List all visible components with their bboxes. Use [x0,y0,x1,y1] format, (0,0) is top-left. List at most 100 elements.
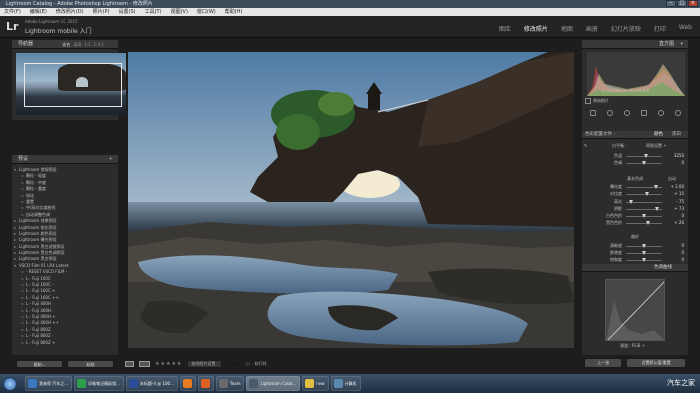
zoom-option[interactable]: 适合 [62,42,70,47]
minimize-button[interactable]: – [666,0,676,7]
slider-knob[interactable] [629,200,634,204]
flag-dropdown[interactable] [227,362,242,365]
taskbar-item[interactable]: Team [215,376,245,391]
slider-value[interactable]: 0 [666,257,684,263]
menu-item[interactable]: 窗口(W) [197,8,216,16]
slider-track[interactable] [626,258,662,262]
module-tab[interactable]: 幻灯片放映 [611,24,641,33]
slider-knob[interactable] [642,251,646,255]
slider-knob[interactable] [642,244,646,248]
slider-knob[interactable] [642,258,646,262]
slider-value[interactable]: + 15 [666,191,684,197]
menu-item[interactable]: 文件(F) [4,8,21,16]
module-tab[interactable]: Web [679,24,692,33]
zoom-option[interactable]: 填满 [73,42,81,47]
taskbar-item[interactable]: 未标题-4 @ 100... [125,376,178,391]
zoom-option[interactable]: 1:4:1 [94,42,104,47]
profile-bw[interactable]: 黑白 [672,131,681,139]
profile-color[interactable]: 颜色 [654,131,663,139]
slider-track[interactable] [626,214,662,218]
preset-item[interactable]: L - Fuji 800Z + [12,340,118,346]
previous-button[interactable]: 上一张 [584,358,623,368]
menu-item[interactable]: 工具(T) [145,8,162,16]
paste-button[interactable]: 粘贴 [67,360,114,368]
auto-tone-button[interactable]: 自动 [668,176,676,182]
menu-item[interactable]: 编辑(E) [30,8,47,16]
menu-item[interactable]: 修改照片(D) [56,8,84,16]
slider-value[interactable]: + 73 [666,206,684,212]
slider-value[interactable]: + 26 [666,220,684,226]
collapse-icon[interactable]: ▾ [680,40,683,49]
slider-value[interactable]: 0 [666,160,684,166]
rating-stars[interactable]: ★★★★★ [155,361,182,367]
slider-track[interactable] [626,221,662,225]
compare-dropdown[interactable]: 修改照片设置 : [187,359,223,368]
slider-knob[interactable] [653,185,658,189]
module-tab[interactable]: 修改照片 [524,24,548,33]
spot-removal-icon[interactable] [606,110,613,116]
loupe-view-icon[interactable] [125,360,134,367]
navigator-viewport-frame[interactable] [24,63,122,107]
slider-track[interactable] [626,185,662,189]
tone-curve-graph[interactable] [605,279,665,341]
slider-knob[interactable] [643,154,648,158]
slider-track[interactable] [626,161,662,165]
channel-dropdown[interactable]: RGB ÷ [632,343,645,348]
zoom-option[interactable]: 1:1 [84,42,90,47]
slider-track[interactable] [626,244,662,248]
navigator-preview[interactable] [16,53,126,115]
start-button[interactable] [3,376,17,391]
presets-header[interactable]: 预设 + [12,155,118,164]
slider-value[interactable]: + 2.00 [666,184,684,190]
graduated-filter-icon[interactable] [640,110,647,116]
slider-track[interactable] [626,154,662,158]
main-photo[interactable] [128,52,574,348]
slider-knob[interactable] [642,161,646,165]
eyedropper-icon[interactable]: ✎ [584,143,587,149]
slider-track[interactable] [626,251,662,255]
histogram-header[interactable]: 直方图 ▾ [582,40,688,49]
red-eye-icon[interactable] [623,110,630,116]
taskbar-item[interactable]: 计算机 [330,376,361,391]
module-tab[interactable]: 打印 [654,24,666,33]
close-button[interactable]: × [688,0,698,7]
menu-item[interactable]: 帮助(H) [225,8,243,16]
original-photo-checkbox[interactable]: 原始照片 [585,98,609,104]
slider-value[interactable]: - 75 [666,199,684,205]
zoom-options[interactable]: 适合 填满 1:1 1:4:1 [59,40,104,49]
slider-knob[interactable] [646,221,651,225]
copy-button[interactable]: 复制... [16,360,63,368]
adjustment-brush-icon[interactable] [674,110,681,116]
basic-header[interactable]: 色彩配置文件 : 颜色 黑白 [582,131,688,139]
slider-track[interactable] [626,207,662,211]
maximize-button[interactable]: □ [677,0,687,7]
slider-knob[interactable] [642,214,646,218]
before-after-icon[interactable] [139,360,150,367]
menu-item[interactable]: 照片(P) [93,8,110,16]
softproof-checkbox[interactable]: ☐ [246,361,250,366]
menu-item[interactable]: 视图(V) [171,8,188,16]
taskbar-item[interactable]: 印象笔记精彩频... [74,376,124,391]
radial-filter-icon[interactable] [657,110,664,116]
taskbar-item[interactable]: new [302,376,329,391]
navigator-header[interactable]: 导航器 适合 填满 1:1 1:4:1 [12,40,118,49]
taskbar-item[interactable] [179,376,196,391]
module-tab[interactable]: 图库 [499,24,511,33]
taskbar-item[interactable]: Lightroom Catal... [246,376,301,391]
add-preset-icon[interactable]: + [109,155,113,164]
tone-curve-header[interactable]: 色调曲线 [582,264,688,272]
slider-knob[interactable] [654,207,659,211]
slider-value[interactable]: 0 [666,213,684,219]
module-tab[interactable]: 地图 [561,24,573,33]
taskbar-item[interactable] [197,376,214,391]
slider-value[interactable]: 0 [666,250,684,256]
slider-track[interactable] [626,200,662,204]
slider-knob[interactable] [644,192,649,196]
crop-tool-icon[interactable] [589,110,596,116]
slider-value[interactable]: 0 [666,243,684,249]
reset-button[interactable]: 设置默认值/重置 [626,358,686,368]
module-tab[interactable]: 画册 [586,24,598,33]
slider-track[interactable] [626,192,662,196]
taskbar-item[interactable]: 我来帮 汽车之... [25,376,73,391]
slider-value[interactable]: 3250 [666,153,684,159]
